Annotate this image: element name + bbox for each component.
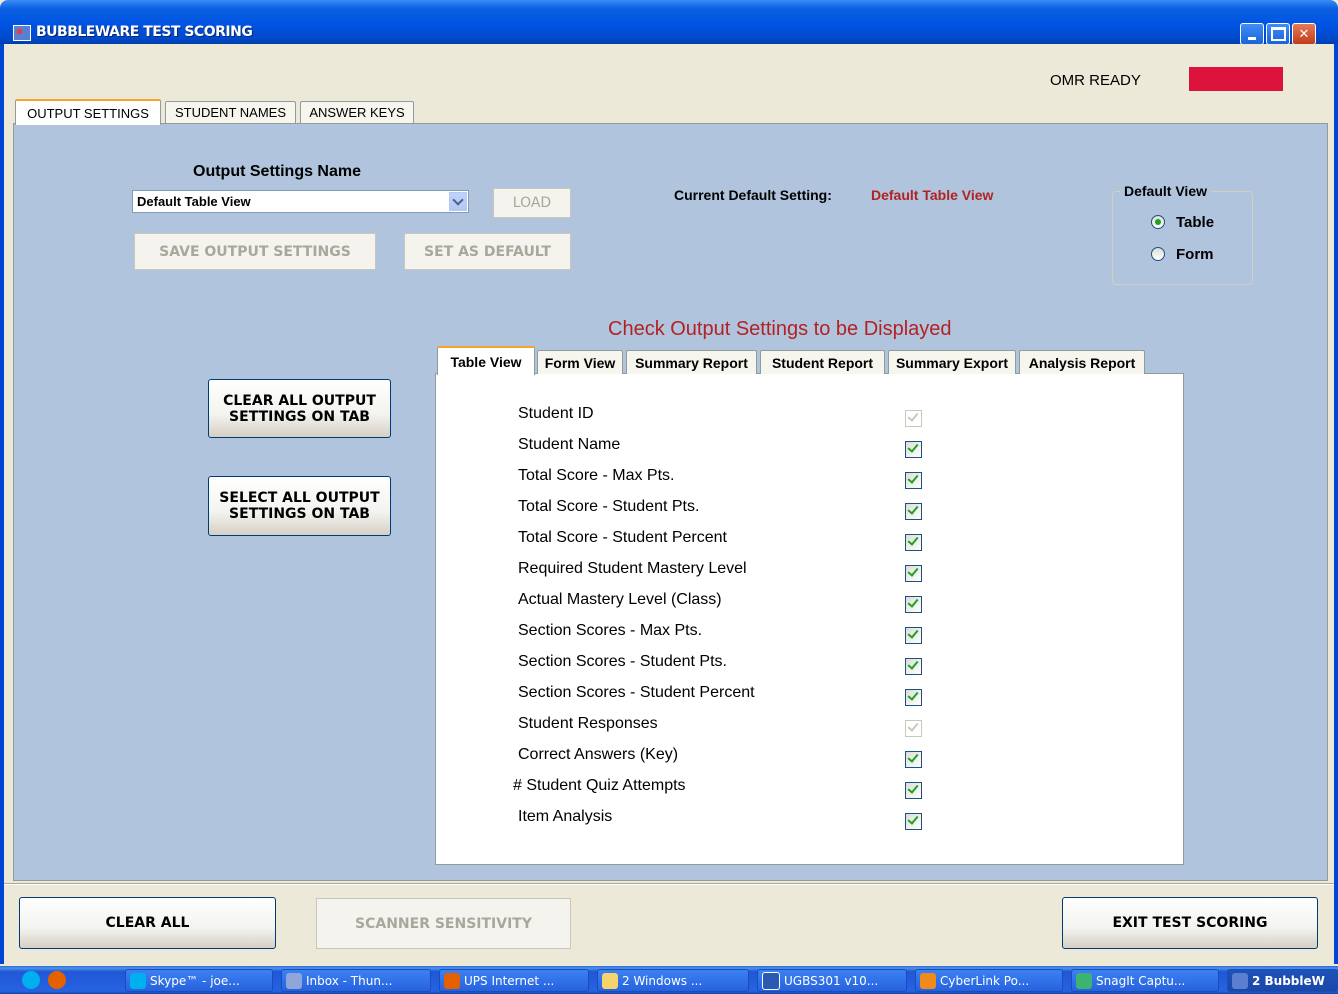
tab-answer-keys[interactable]: ANSWER KEYS bbox=[300, 101, 414, 123]
clear-all-output-settings-button[interactable]: CLEAR ALL OUTPUT SETTINGS ON TAB bbox=[208, 379, 391, 438]
exit-test-scoring-button[interactable]: EXIT TEST SCORING bbox=[1062, 897, 1318, 949]
radio-table[interactable] bbox=[1151, 215, 1165, 229]
option-student-name: Student Name bbox=[518, 436, 928, 458]
save-output-settings-button[interactable]: SAVE OUTPUT SETTINGS bbox=[134, 233, 376, 270]
option-label: Total Score - Max Pts. bbox=[518, 467, 679, 484]
option-checkbox[interactable] bbox=[905, 627, 922, 644]
option-quiz-attempts: # Student Quiz Attempts bbox=[513, 777, 923, 799]
option-section-percent: Section Scores - Student Percent bbox=[518, 684, 928, 706]
option-label: Total Score - Student Percent bbox=[518, 529, 731, 546]
skype-icon bbox=[130, 972, 146, 989]
tab-table-view[interactable]: Table View bbox=[437, 346, 535, 375]
taskbar-item-word[interactable]: UGBS301 v10... bbox=[757, 969, 907, 992]
settings-name-select[interactable]: Default Table View bbox=[132, 190, 469, 213]
option-section-student: Section Scores - Student Pts. bbox=[518, 653, 928, 675]
option-checkbox[interactable] bbox=[905, 782, 922, 799]
cyberlink-icon bbox=[920, 972, 936, 989]
tab-analysis-report[interactable]: Analysis Report bbox=[1019, 350, 1145, 374]
option-label: Section Scores - Student Percent bbox=[518, 684, 759, 701]
option-total-score-student: Total Score - Student Pts. bbox=[518, 498, 928, 520]
option-label: Section Scores - Max Pts. bbox=[518, 622, 707, 639]
option-total-score-percent: Total Score - Student Percent bbox=[518, 529, 928, 551]
option-checkbox[interactable] bbox=[905, 534, 922, 551]
maximize-button[interactable] bbox=[1266, 23, 1290, 45]
option-student-id: Student ID bbox=[518, 405, 928, 427]
current-default-value: Default Table View bbox=[871, 187, 994, 203]
firefox-icon bbox=[444, 972, 460, 989]
option-label: Student Name bbox=[518, 436, 625, 453]
check-settings-header: Check Output Settings to be Displayed bbox=[608, 318, 952, 340]
omr-status-indicator bbox=[1189, 67, 1283, 91]
option-label: Total Score - Student Pts. bbox=[518, 498, 704, 515]
taskbar-item-inbox[interactable]: Inbox - Thun... bbox=[281, 969, 431, 992]
clear-all-button[interactable]: CLEAR ALL bbox=[19, 897, 276, 949]
option-actual-mastery: Actual Mastery Level (Class) bbox=[518, 591, 928, 613]
option-section-max: Section Scores - Max Pts. bbox=[518, 622, 928, 644]
radio-table-label[interactable]: Table bbox=[1176, 214, 1214, 231]
taskbar-item-cyberlink[interactable]: CyberLink Po... bbox=[915, 969, 1063, 992]
load-button[interactable]: LOAD bbox=[493, 188, 571, 218]
window-title: BUBBLEWARE TEST SCORING bbox=[36, 24, 253, 40]
set-as-default-button[interactable]: SET AS DEFAULT bbox=[404, 233, 571, 270]
scanner-sensitivity-button[interactable]: SCANNER SENSITIVITY bbox=[316, 898, 571, 949]
option-total-score-max: Total Score - Max Pts. bbox=[518, 467, 928, 489]
word-icon bbox=[762, 971, 780, 990]
current-default-label: Current Default Setting: bbox=[674, 187, 832, 203]
option-checkbox[interactable] bbox=[905, 751, 922, 768]
minimize-button[interactable] bbox=[1240, 23, 1264, 45]
option-label: Student Responses bbox=[518, 715, 662, 732]
option-checkbox[interactable] bbox=[905, 720, 922, 737]
taskbar-item-skype[interactable]: Skype™ - joe... bbox=[125, 969, 273, 992]
option-checkbox[interactable] bbox=[905, 503, 922, 520]
option-label: # Student Quiz Attempts bbox=[513, 777, 690, 794]
default-view-title: Default View bbox=[1120, 183, 1211, 199]
bubbleware-icon bbox=[1232, 972, 1248, 989]
select-all-output-settings-button[interactable]: SELECT ALL OUTPUT SETTINGS ON TAB bbox=[208, 476, 391, 536]
taskbar-item-ups[interactable]: UPS Internet ... bbox=[439, 969, 589, 992]
tab-summary-report[interactable]: Summary Report bbox=[626, 350, 757, 374]
option-correct-answers: Correct Answers (Key) bbox=[518, 746, 928, 768]
taskbar-item-snagit[interactable]: SnagIt Captu... bbox=[1071, 969, 1219, 992]
option-label: Actual Mastery Level (Class) bbox=[518, 591, 726, 608]
option-label: Section Scores - Student Pts. bbox=[518, 653, 731, 670]
option-label: Student ID bbox=[518, 405, 598, 422]
option-checkbox[interactable] bbox=[905, 472, 922, 489]
option-student-responses: Student Responses bbox=[518, 715, 928, 737]
default-view-group bbox=[1112, 191, 1253, 285]
folder-icon bbox=[602, 972, 618, 989]
app-icon[interactable] bbox=[13, 25, 31, 41]
close-button[interactable] bbox=[1292, 23, 1316, 45]
taskbar-item-windows[interactable]: 2 Windows ... bbox=[597, 969, 749, 992]
settings-name-value: Default Table View bbox=[137, 194, 251, 209]
option-required-mastery: Required Student Mastery Level bbox=[518, 560, 928, 582]
option-label: Correct Answers (Key) bbox=[518, 746, 683, 763]
option-checkbox[interactable] bbox=[905, 689, 922, 706]
option-checkbox[interactable] bbox=[905, 596, 922, 613]
tab-summary-export[interactable]: Summary Export bbox=[888, 350, 1016, 374]
firefox-quicklaunch-icon[interactable] bbox=[48, 971, 66, 989]
thunderbird-icon bbox=[286, 972, 302, 989]
radio-form-label[interactable]: Form bbox=[1176, 246, 1214, 263]
option-checkbox[interactable] bbox=[905, 441, 922, 458]
option-label: Required Student Mastery Level bbox=[518, 560, 751, 577]
skype-quicklaunch-icon[interactable] bbox=[22, 971, 40, 989]
option-checkbox[interactable] bbox=[905, 410, 922, 427]
radio-form[interactable] bbox=[1151, 247, 1165, 261]
chevron-down-icon[interactable] bbox=[449, 192, 467, 211]
option-checkbox[interactable] bbox=[905, 658, 922, 675]
taskbar-item-bubbleware[interactable]: 2 BubbleW bbox=[1227, 969, 1338, 992]
snagit-icon bbox=[1076, 972, 1092, 989]
option-checkbox[interactable] bbox=[905, 813, 922, 830]
bottom-divider bbox=[4, 883, 1334, 885]
tab-student-report[interactable]: Student Report bbox=[760, 350, 885, 374]
option-item-analysis: Item Analysis bbox=[518, 808, 928, 830]
tab-output-settings[interactable]: OUTPUT SETTINGS bbox=[15, 99, 161, 125]
tab-student-names[interactable]: STUDENT NAMES bbox=[165, 101, 296, 123]
omr-status-label: OMR READY bbox=[1050, 72, 1141, 89]
option-checkbox[interactable] bbox=[905, 565, 922, 582]
settings-name-label: Output Settings Name bbox=[193, 163, 362, 180]
option-label: Item Analysis bbox=[518, 808, 617, 825]
tab-form-view[interactable]: Form View bbox=[537, 350, 623, 374]
